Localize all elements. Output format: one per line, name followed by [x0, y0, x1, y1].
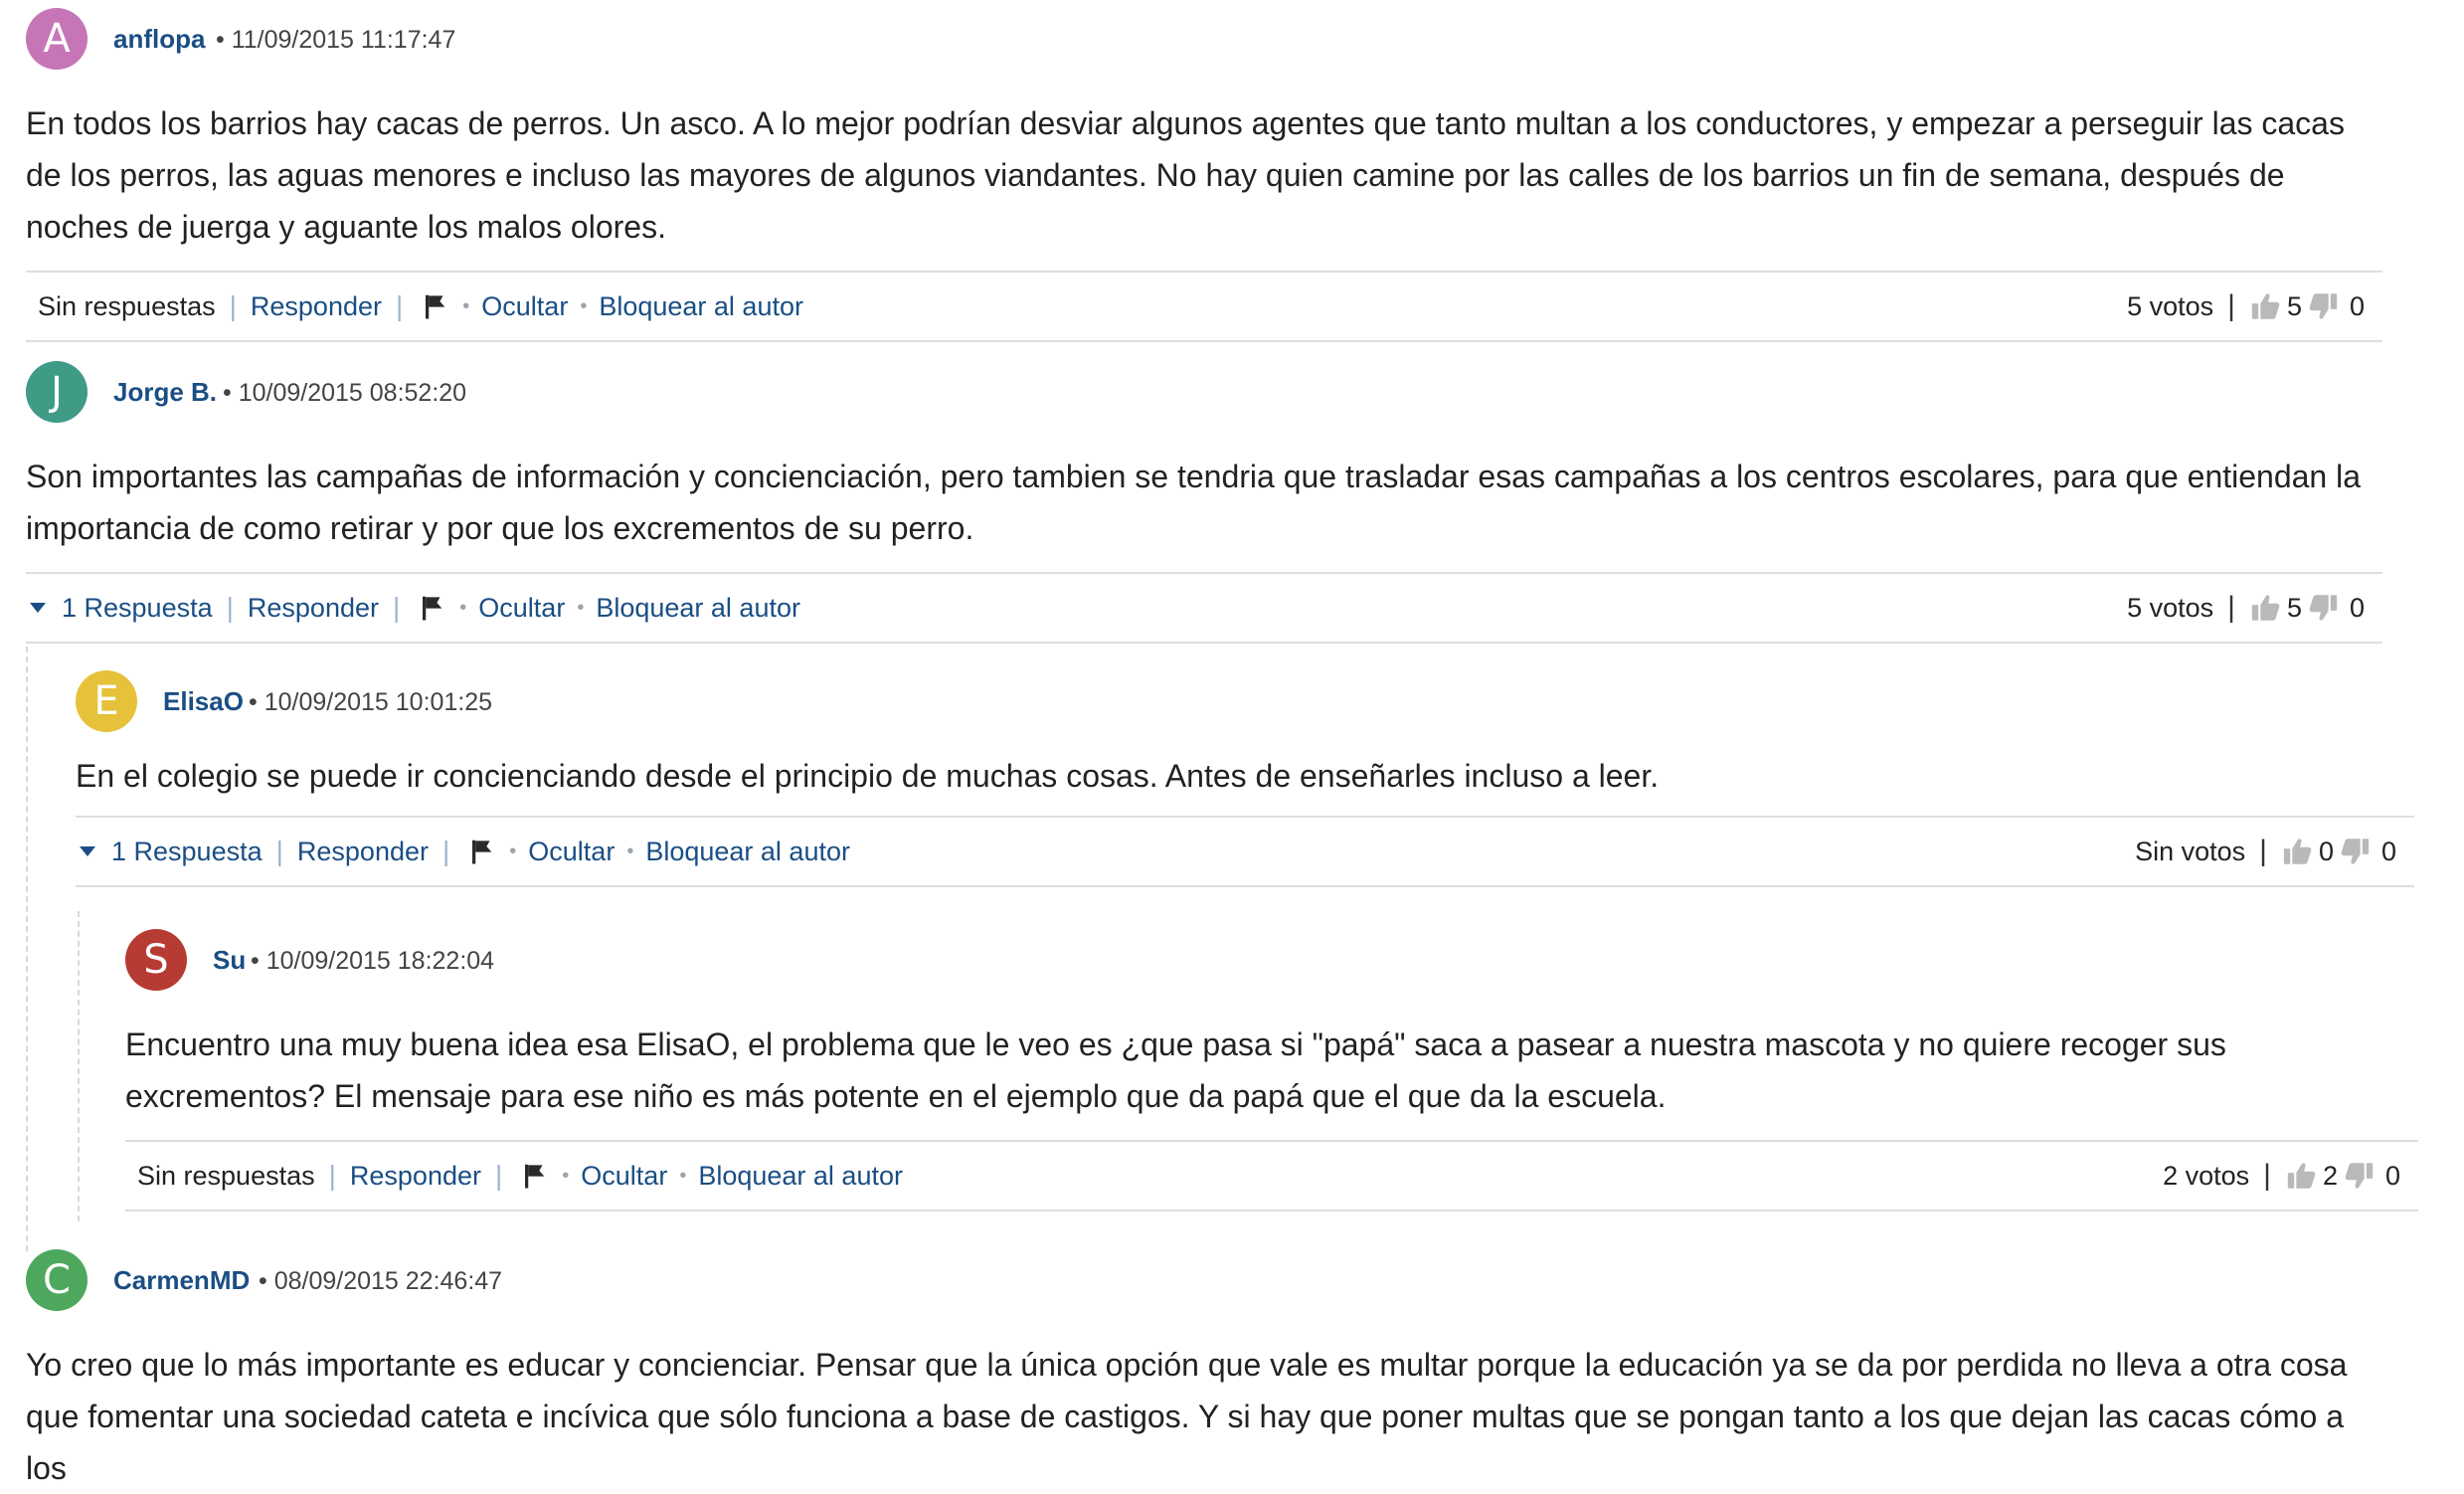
- reply-button[interactable]: Responder: [251, 291, 382, 322]
- downvote-count: 0: [2380, 836, 2396, 866]
- dot-separator: •: [459, 596, 467, 619]
- dot-separator: •: [580, 294, 588, 317]
- comment-timestamp: • 10/09/2015 18:22:04: [251, 947, 495, 975]
- comment-header: J Jorge B. • 10/09/2015 08:52:20: [26, 361, 2382, 425]
- avatar[interactable]: J: [26, 361, 88, 423]
- comment: C CarmenMD • 08/09/2015 22:46:47 Yo creo…: [26, 1249, 2382, 1494]
- hide-button[interactable]: Ocultar: [581, 1161, 667, 1192]
- thumbs-up-icon[interactable]: [2285, 1159, 2319, 1193]
- block-author-button[interactable]: Bloquear al autor: [599, 291, 803, 322]
- divider: |: [229, 290, 237, 321]
- dot-separator: •: [679, 1164, 687, 1187]
- comment-actions: 1 Respuesta | Responder | • Ocultar • Bl…: [76, 816, 2414, 887]
- thumbs-down-icon[interactable]: [2342, 1159, 2376, 1193]
- thumbs-down-icon[interactable]: [2338, 835, 2372, 868]
- flag-icon[interactable]: [520, 1161, 550, 1191]
- divider: |: [494, 1160, 503, 1191]
- divider: |: [2259, 835, 2267, 867]
- flag-icon[interactable]: [467, 837, 497, 866]
- block-author-button[interactable]: Bloquear al autor: [596, 593, 800, 624]
- dot-separator: •: [626, 840, 634, 862]
- downvote-count: 0: [2349, 290, 2365, 321]
- reply-button[interactable]: Responder: [297, 837, 429, 867]
- thread-guide-line: [26, 647, 28, 1251]
- thumbs-up-icon[interactable]: [2249, 591, 2283, 625]
- votes-count: 5 votos: [2127, 592, 2214, 623]
- dot-separator: •: [509, 840, 517, 862]
- comment-text: Yo creo que lo más importante es educar …: [26, 1347, 2348, 1486]
- replies-count: Sin respuestas: [137, 1160, 315, 1191]
- comment-text: En el colegio se puede ir concienciando …: [76, 758, 1660, 794]
- author-name[interactable]: anflopa: [113, 24, 205, 55]
- votes-count: Sin votos: [2135, 836, 2246, 866]
- comment-actions: Sin respuestas | Responder | • Ocultar •…: [26, 271, 2382, 342]
- divider: |: [226, 592, 234, 623]
- dot-separator: •: [577, 596, 585, 619]
- divider: |: [2263, 1159, 2271, 1192]
- hide-button[interactable]: Ocultar: [528, 837, 615, 867]
- thumbs-down-icon[interactable]: [2306, 289, 2340, 323]
- comment-timestamp: • 11/09/2015 11:17:47: [216, 26, 456, 54]
- block-author-button[interactable]: Bloquear al autor: [645, 837, 850, 867]
- comment-text: En todos los barrios hay cacas de perros…: [26, 105, 2345, 245]
- divider: |: [395, 290, 404, 321]
- replies-toggle[interactable]: 1 Respuesta: [111, 837, 263, 867]
- downvote-count: 0: [2384, 1160, 2400, 1191]
- thumbs-up-icon[interactable]: [2249, 289, 2283, 323]
- avatar[interactable]: S: [125, 929, 187, 991]
- comment-actions: 1 Respuesta | Responder | • Ocultar • Bl…: [26, 572, 2382, 644]
- comment-header: A anflopa • 11/09/2015 11:17:47: [26, 8, 2382, 72]
- author-name[interactable]: Jorge B.: [113, 377, 217, 408]
- upvote-count: 5: [2286, 592, 2302, 623]
- hide-button[interactable]: Ocultar: [481, 291, 568, 322]
- divider: |: [275, 836, 283, 866]
- thumbs-up-icon[interactable]: [2281, 835, 2315, 868]
- thumbs-down-icon[interactable]: [2306, 591, 2340, 625]
- comment-reply: E ElisaO • 10/09/2015 10:01:25 En el col…: [76, 670, 2414, 887]
- divider: |: [2227, 591, 2235, 624]
- author-name[interactable]: Su: [213, 945, 246, 976]
- votes-count: 5 votos: [2127, 290, 2214, 321]
- caret-down-icon[interactable]: [78, 841, 97, 861]
- block-author-button[interactable]: Bloquear al autor: [698, 1161, 903, 1192]
- divider: |: [441, 836, 450, 866]
- upvote-count: 5: [2286, 290, 2302, 321]
- divider: |: [328, 1160, 336, 1191]
- replies-toggle[interactable]: 1 Respuesta: [62, 593, 213, 624]
- reply-button[interactable]: Responder: [248, 593, 379, 624]
- comment-timestamp: • 10/09/2015 10:01:25: [249, 688, 493, 716]
- comment-text: Encuentro una muy buena idea esa ElisaO,…: [125, 1027, 2226, 1114]
- hide-button[interactable]: Ocultar: [478, 593, 565, 624]
- comment-actions: Sin respuestas | Responder | • Ocultar •…: [125, 1140, 2418, 1212]
- comment-timestamp: • 08/09/2015 22:46:47: [259, 1267, 503, 1295]
- comment-reply: S Su • 10/09/2015 18:22:04 Encuentro una…: [125, 929, 2418, 1212]
- avatar[interactable]: A: [26, 8, 88, 70]
- comment-header: E ElisaO • 10/09/2015 10:01:25: [76, 670, 2414, 734]
- author-name[interactable]: CarmenMD: [113, 1265, 250, 1296]
- replies-count: Sin respuestas: [38, 290, 216, 321]
- flag-icon[interactable]: [418, 593, 447, 623]
- avatar[interactable]: E: [76, 670, 137, 732]
- upvote-count: 2: [2322, 1160, 2338, 1191]
- downvote-count: 0: [2349, 592, 2365, 623]
- comment-header: S Su • 10/09/2015 18:22:04: [125, 929, 2418, 993]
- dot-separator: •: [462, 294, 470, 317]
- votes-count: 2 votos: [2163, 1160, 2250, 1191]
- comment: A anflopa • 11/09/2015 11:17:47 En todos…: [26, 8, 2382, 342]
- comment-timestamp: • 10/09/2015 08:52:20: [223, 379, 467, 407]
- comment-header: C CarmenMD • 08/09/2015 22:46:47: [26, 1249, 2382, 1313]
- upvote-count: 0: [2318, 836, 2334, 866]
- flag-icon[interactable]: [421, 291, 450, 321]
- reply-button[interactable]: Responder: [350, 1161, 481, 1192]
- avatar[interactable]: C: [26, 1249, 88, 1311]
- author-name[interactable]: ElisaO: [163, 686, 244, 717]
- comment-text: Son importantes las campañas de informac…: [26, 459, 2362, 546]
- thread-guide-line: [78, 911, 80, 1221]
- caret-down-icon[interactable]: [28, 598, 48, 618]
- divider: |: [2227, 289, 2235, 322]
- comment: J Jorge B. • 10/09/2015 08:52:20 Son imp…: [26, 361, 2382, 644]
- divider: |: [392, 592, 401, 623]
- dot-separator: •: [562, 1164, 570, 1187]
